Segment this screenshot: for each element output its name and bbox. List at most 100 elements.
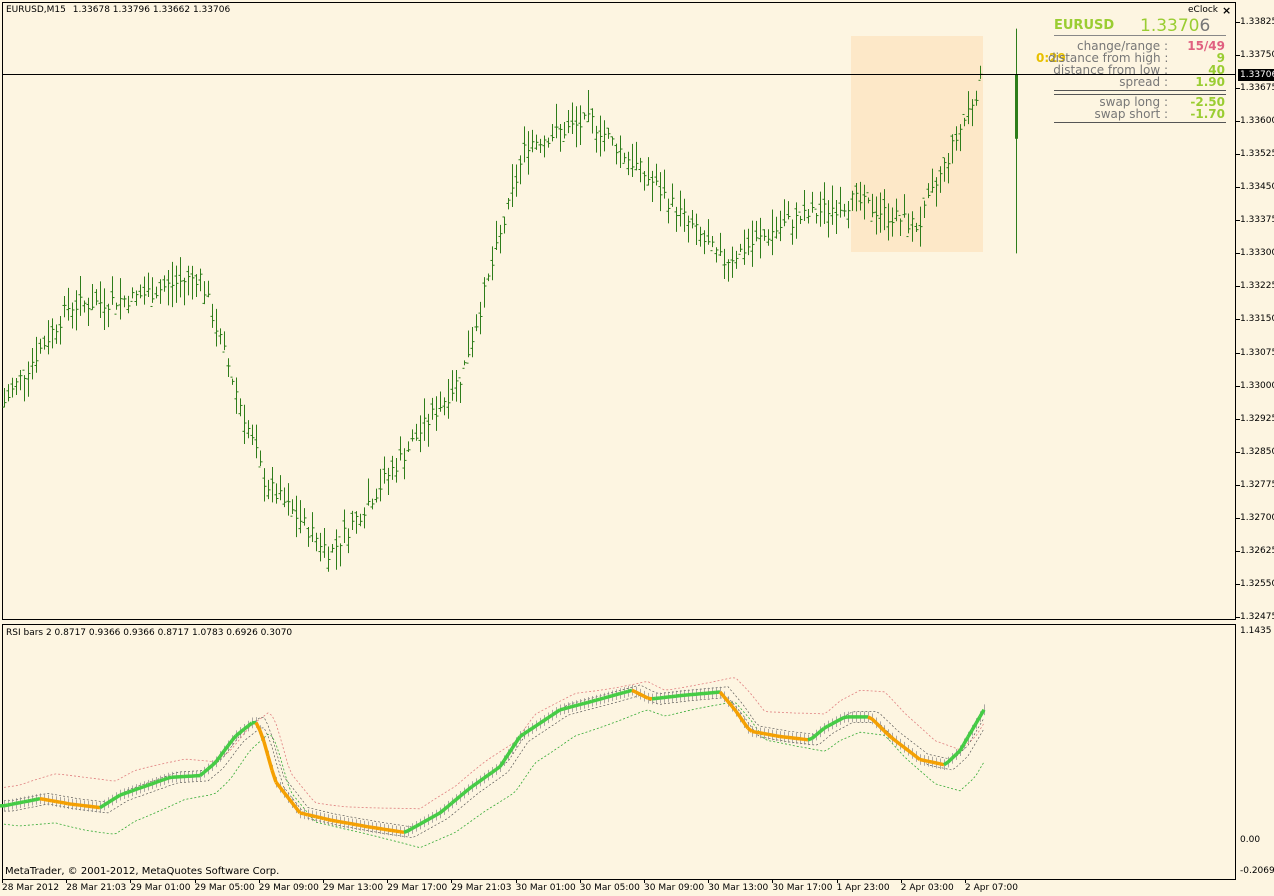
- time-axis-label: 1 Apr 23:00: [836, 883, 890, 893]
- rsi-line-segment: [611, 693, 617, 698]
- rsi-line-segment: [615, 691, 621, 697]
- rsi-line-segment: [466, 785, 474, 792]
- rsi-line-segment: [555, 708, 561, 714]
- rsi-line-segment: [779, 734, 785, 739]
- rsi-line-segment: [671, 694, 677, 699]
- time-axis-tick: [644, 880, 645, 883]
- rsi-line-segment: [107, 798, 113, 805]
- eclock-row-label: swap short :: [1094, 107, 1168, 121]
- rsi-line-segment: [311, 814, 317, 819]
- rsi-line-segment: [831, 720, 837, 726]
- current-bar-body: [1015, 74, 1018, 139]
- rsi-line-segment: [299, 811, 305, 816]
- rsi-line-segment: [910, 752, 918, 758]
- rsi-line-segment: [3, 803, 9, 808]
- rsi-line-segment: [966, 729, 974, 738]
- price-axis-label: 1.32775: [1240, 479, 1274, 490]
- rsi-line-segment: [571, 703, 577, 709]
- eclock-close-icon[interactable]: ×: [1222, 4, 1231, 17]
- rsi-line-segment: [367, 825, 373, 830]
- time-axis-label: 29 Mar 17:00: [387, 883, 448, 893]
- rsi-line-segment: [902, 745, 910, 752]
- rsi-line-segment: [115, 793, 121, 800]
- rsi-line-segment: [619, 690, 625, 696]
- rsi-line-segment: [890, 736, 898, 743]
- rsi-line-segment: [914, 755, 922, 761]
- price-axis-label: 1.33000: [1240, 380, 1274, 391]
- rsi-line-segment: [603, 695, 609, 700]
- rsi-line-segment: [807, 736, 813, 742]
- price-axis-tick: [1236, 385, 1240, 387]
- rsi-line-segment: [970, 722, 978, 732]
- time-axis-label: 28 Mar 2012: [2, 883, 60, 893]
- time-axis-label: 30 Mar 01:00: [515, 883, 576, 893]
- time-axis-tick: [579, 880, 581, 883]
- time-axis-tick: [836, 880, 838, 883]
- rsi-line-segment: [647, 696, 653, 701]
- price-axis-label: 1.33300: [1240, 248, 1274, 259]
- rsi-line-segment: [99, 803, 105, 810]
- rsi-line-segment: [167, 775, 173, 780]
- price-axis-tick: [1236, 550, 1240, 552]
- rsi-line-segment: [59, 800, 65, 805]
- rsi-line-segment: [919, 757, 925, 763]
- price-axis-tick: [1236, 616, 1240, 618]
- chart-canvas: [0, 28, 1236, 849]
- chart-ohlc: 1.33678 1.33796 1.33662 1.33706: [72, 5, 231, 15]
- rsi-line-segment: [563, 706, 569, 711]
- rsi-line-segment: [943, 760, 949, 767]
- rsi-line-segment: [103, 801, 109, 807]
- rsi-line-segment: [91, 804, 97, 809]
- price-axis-tick: [1236, 121, 1240, 123]
- eclock-divider: [1054, 94, 1226, 95]
- rsi-line-segment: [147, 782, 153, 787]
- rsi-line-segment: [63, 801, 69, 806]
- rsi-line-segment: [643, 694, 649, 700]
- rsi-line-segment: [266, 755, 274, 771]
- rsi-line-segment: [531, 724, 537, 730]
- rsi-line-segment: [635, 690, 641, 696]
- rsi-line-segment: [978, 708, 986, 718]
- rsi-line-segment: [939, 762, 945, 767]
- eclock-divider: [1054, 122, 1226, 123]
- eclock-symbol: EURUSD: [1054, 18, 1115, 33]
- time-axis-tick: [451, 880, 453, 883]
- rsi-line-segment: [151, 780, 157, 786]
- rsi-line-segment: [575, 702, 581, 708]
- price-axis-tick: [1236, 319, 1240, 321]
- rsi-line-segment: [254, 721, 262, 732]
- rsi-line-segment: [470, 782, 478, 789]
- rsi-line-segment: [27, 798, 33, 803]
- rsi-line-segment: [155, 779, 161, 784]
- rsi-line-segment: [75, 802, 81, 807]
- rsi-line-segment: [139, 784, 145, 790]
- rsi-line-segment: [551, 711, 557, 717]
- rsi-line-segment: [43, 797, 49, 802]
- rsi-line-segment: [927, 759, 933, 764]
- rsi-line-segment: [51, 799, 57, 804]
- price-axis-label: 1.33600: [1240, 116, 1274, 127]
- rsi-line-segment: [407, 826, 413, 833]
- rsi-line-segment: [547, 713, 553, 720]
- rsi-line-segment: [659, 695, 665, 700]
- time-axis-tick: [2, 880, 3, 883]
- eclock-row-value: -1.70: [1190, 107, 1225, 121]
- rsi-line-segment: [387, 828, 393, 833]
- rsi-line-segment: [767, 732, 773, 737]
- rsi-line-segment: [490, 768, 498, 774]
- rsi-line-segment: [315, 814, 321, 820]
- rsi-line-segment: [35, 796, 41, 802]
- rsi-line-segment: [39, 796, 45, 802]
- rsi-line-segment: [535, 721, 541, 728]
- time-axis-label: 2 Apr 07:00: [965, 883, 1018, 893]
- rsi-line-segment: [379, 826, 385, 832]
- rsi-line-segment: [327, 817, 333, 823]
- rsi-line-segment: [234, 731, 242, 738]
- rsi-line-segment: [639, 692, 645, 698]
- time-axis-label: 30 Mar 17:00: [772, 883, 833, 893]
- rsi-line-segment: [894, 739, 902, 746]
- time-axis-tick: [772, 880, 774, 883]
- rsi-line-segment: [591, 698, 597, 703]
- rsi-line-segment: [623, 689, 629, 695]
- time-axis-tick: [130, 880, 132, 883]
